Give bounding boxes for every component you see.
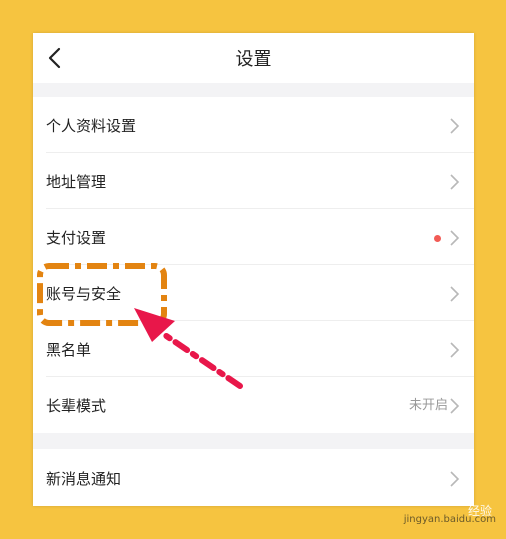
settings-item-label: 账号与安全 (46, 285, 122, 303)
settings-item-label: 长辈模式 (46, 397, 107, 415)
settings-item-label: 新消息通知 (46, 470, 122, 488)
chevron-right-icon (450, 398, 460, 414)
settings-item-profile[interactable]: 个人资料设置 (33, 97, 474, 153)
chevron-right-icon (450, 174, 460, 190)
nav-bar: 设置 (33, 33, 474, 83)
watermark-url: jingyan.baidu.com (403, 514, 496, 525)
settings-item-elder-mode[interactable]: 长辈模式 未开启 (33, 377, 474, 433)
chevron-right-icon (450, 342, 460, 358)
page-title: 设置 (235, 49, 272, 70)
chevron-right-icon (450, 286, 460, 302)
settings-item-label: 个人资料设置 (46, 117, 137, 135)
phone-screen: 设置 个人资料设置 地址管理 支付设置 账号与安全 黑名单 长辈模式 未开启 新… (33, 33, 474, 506)
baidu-watermark: Bai 经验 jingyan.baidu.com (390, 480, 500, 530)
settings-item-blacklist[interactable]: 黑名单 (33, 321, 474, 377)
settings-item-label: 支付设置 (46, 229, 107, 247)
chevron-left-icon (48, 47, 61, 69)
elder-mode-status: 未开启 (408, 398, 448, 413)
chevron-right-icon (450, 118, 460, 134)
section-gap (33, 433, 474, 449)
notification-dot (434, 235, 441, 242)
settings-item-account-security[interactable]: 账号与安全 (33, 265, 474, 321)
settings-item-payment[interactable]: 支付设置 (33, 209, 474, 265)
settings-item-label: 地址管理 (46, 173, 107, 191)
back-button[interactable] (41, 43, 71, 73)
settings-item-label: 黑名单 (46, 341, 92, 359)
section-gap (33, 83, 474, 97)
watermark-brand: Bai (432, 484, 470, 508)
chevron-right-icon (450, 230, 460, 246)
settings-item-address[interactable]: 地址管理 (33, 153, 474, 209)
